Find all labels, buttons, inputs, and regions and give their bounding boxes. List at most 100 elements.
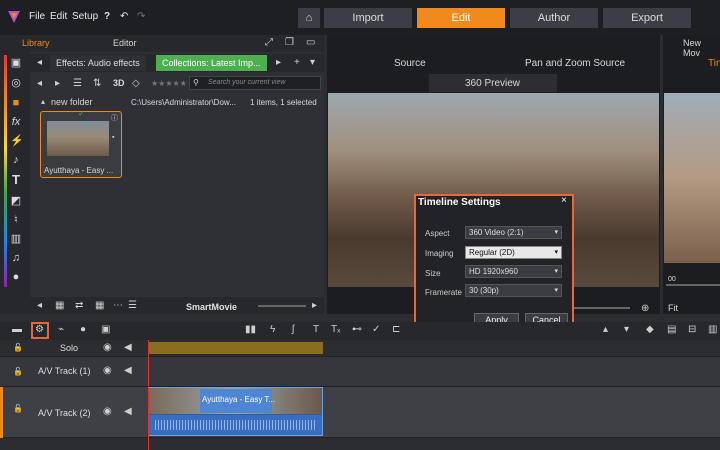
snapshot-icon[interactable]: ▣	[101, 324, 110, 335]
playhead[interactable]	[148, 340, 149, 450]
fx-icon[interactable]: fx	[10, 116, 22, 128]
footer-right-icon[interactable]: ▸	[312, 300, 317, 311]
tab-menu-icon[interactable]: ▾	[310, 57, 315, 68]
folder-small-icon: ▪	[112, 134, 115, 141]
title-icon[interactable]: T	[10, 173, 22, 186]
grid-view-icon[interactable]: ▦	[95, 300, 104, 311]
title-editor-icon[interactable]: Tₓ	[331, 324, 340, 335]
flag-icon[interactable]: ▴	[603, 324, 608, 335]
new-movie-tab[interactable]: New Mov	[683, 38, 720, 58]
storyboard-icon[interactable]: ▬	[12, 324, 22, 335]
nav-export[interactable]: Export	[603, 8, 691, 28]
text-icon[interactable]: T	[313, 324, 319, 335]
track2-active-strip	[0, 387, 3, 438]
audio-icon[interactable]: ♫	[10, 252, 22, 264]
tag-icon[interactable]: ◇	[132, 78, 140, 89]
footer-left-icon[interactable]: ◂	[37, 300, 42, 311]
sync-icon[interactable]: ⇄	[75, 300, 83, 311]
more-icon[interactable]: ⋯	[113, 300, 123, 311]
right-timecode: 00	[668, 276, 676, 283]
timeline-tab-partial[interactable]: Tin	[708, 58, 720, 69]
track1-eye-icon[interactable]: ◉	[103, 365, 112, 376]
tab-audio-effects[interactable]: Effects: Audio effects	[50, 55, 146, 71]
tab-collections[interactable]: Collections: Latest Imp...	[156, 55, 267, 71]
menu-help[interactable]: ?	[104, 11, 110, 22]
info-icon[interactable]: ⓘ	[111, 113, 118, 123]
back-arrow-icon[interactable]: ◂	[37, 57, 42, 68]
filter-icon[interactable]: ▸	[55, 78, 60, 89]
delete-icon[interactable]: ▦	[55, 300, 64, 311]
menu-setup[interactable]: Setup	[72, 11, 98, 22]
trash-icon[interactable]: ▤	[667, 324, 676, 335]
close-icon[interactable]: ×	[561, 195, 567, 206]
item-count: 1 items, 1 selected	[250, 98, 317, 107]
more-tools-icon[interactable]: ▥	[708, 324, 717, 335]
sort-icon[interactable]: ⇅	[93, 78, 101, 89]
disc-icon[interactable]: ◎	[10, 77, 22, 89]
size-label: Size	[425, 269, 441, 278]
thumb-size-slider[interactable]	[258, 305, 306, 307]
flag2-icon[interactable]: ▾	[624, 324, 629, 335]
3d-button[interactable]: 3D	[113, 78, 125, 88]
track2-lock-icon[interactable]: 🔓	[13, 404, 23, 413]
layout-icon[interactable]: ▭	[306, 37, 315, 48]
nav-import[interactable]: Import	[324, 8, 412, 28]
graphics-icon[interactable]: ◩	[10, 195, 22, 207]
trim-icon[interactable]: ⊏	[392, 324, 400, 335]
track2-eye-icon[interactable]: ◉	[103, 406, 112, 417]
aspect-select[interactable]: 360 Video (2:1) ▾	[465, 226, 562, 239]
tab-scroll-right-icon[interactable]: ▸	[276, 57, 281, 68]
circle-icon[interactable]: ●	[10, 271, 22, 283]
rating-stars[interactable]: ★★★★★	[151, 79, 187, 88]
redo-icon[interactable]: ↷	[137, 11, 145, 22]
zoom-icon[interactable]: ⊕	[641, 303, 649, 314]
media-icon[interactable]: ▣	[10, 57, 22, 69]
smartmovie-button[interactable]: SmartMovie	[186, 302, 237, 312]
record-icon[interactable]: ●	[80, 324, 86, 335]
list-view-icon[interactable]: ☰	[73, 78, 82, 89]
source-tab[interactable]: Source	[394, 58, 426, 69]
window-icon[interactable]: ❐	[285, 37, 294, 48]
folder-name[interactable]: new folder	[51, 97, 93, 107]
piano-icon[interactable]: ▥	[10, 233, 22, 245]
sound-effects-icon[interactable]: ♮	[10, 214, 22, 226]
audio-mixer-icon[interactable]: ▮▮	[245, 324, 256, 335]
menu-file[interactable]: File	[29, 11, 45, 22]
home-button[interactable]: ⌂	[298, 8, 320, 28]
clip-title: Ayutthaya - Easy T...	[202, 395, 276, 404]
track1-lock-icon[interactable]: 🔓	[13, 367, 23, 376]
nav-edit[interactable]: Edit	[417, 8, 505, 28]
right-scrubber[interactable]	[666, 284, 720, 286]
menu-edit[interactable]: Edit	[50, 11, 67, 22]
solo-eye-icon[interactable]: ◉	[103, 342, 112, 353]
framerate-label: Framerate	[425, 288, 462, 297]
music-icon[interactable]: ♪	[10, 154, 22, 166]
folder-icon[interactable]: ■	[10, 97, 22, 109]
tool-dropdown-icon[interactable]: ⌁	[58, 324, 64, 335]
fit-dropdown[interactable]: Fit	[668, 303, 678, 313]
track2-speaker-icon[interactable]: ◀	[124, 406, 132, 417]
voiceover-icon[interactable]: ⊷	[352, 324, 362, 335]
add-tab-icon[interactable]: +	[294, 57, 300, 68]
split-icon[interactable]: ʃ	[292, 324, 294, 335]
solo-lock-icon[interactable]: 🔓	[13, 343, 23, 352]
pin-icon[interactable]: ⤢	[265, 37, 273, 48]
library-tab[interactable]: Library	[22, 38, 50, 48]
solo-speaker-icon[interactable]: ◀	[124, 342, 132, 353]
editor-tab[interactable]: Editor	[113, 38, 137, 48]
ripple-icon[interactable]: ⊟	[688, 324, 696, 335]
list-toggle-icon[interactable]: ☰	[128, 300, 137, 311]
imaging-select[interactable]: Regular (2D) ▾	[465, 246, 562, 259]
track1-speaker-icon[interactable]: ◀	[124, 365, 132, 376]
nav-left-icon[interactable]: ◂	[37, 78, 42, 89]
undo-icon[interactable]: ↶	[120, 11, 128, 22]
marker-icon[interactable]: ϟ	[270, 324, 275, 335]
pan-zoom-tab[interactable]: Pan and Zoom Source	[525, 58, 625, 69]
transition-icon[interactable]: ⚡	[10, 135, 24, 147]
size-select[interactable]: HD 1920x960 ▾	[465, 265, 562, 278]
nav-author[interactable]: Author	[510, 8, 598, 28]
flag3-icon[interactable]: ◆	[646, 324, 654, 335]
check-tool-icon[interactable]: ✓	[372, 324, 380, 335]
framerate-select[interactable]: 30 (30p) ▾	[465, 284, 562, 297]
folder-expand-icon[interactable]: ▴	[41, 97, 45, 106]
